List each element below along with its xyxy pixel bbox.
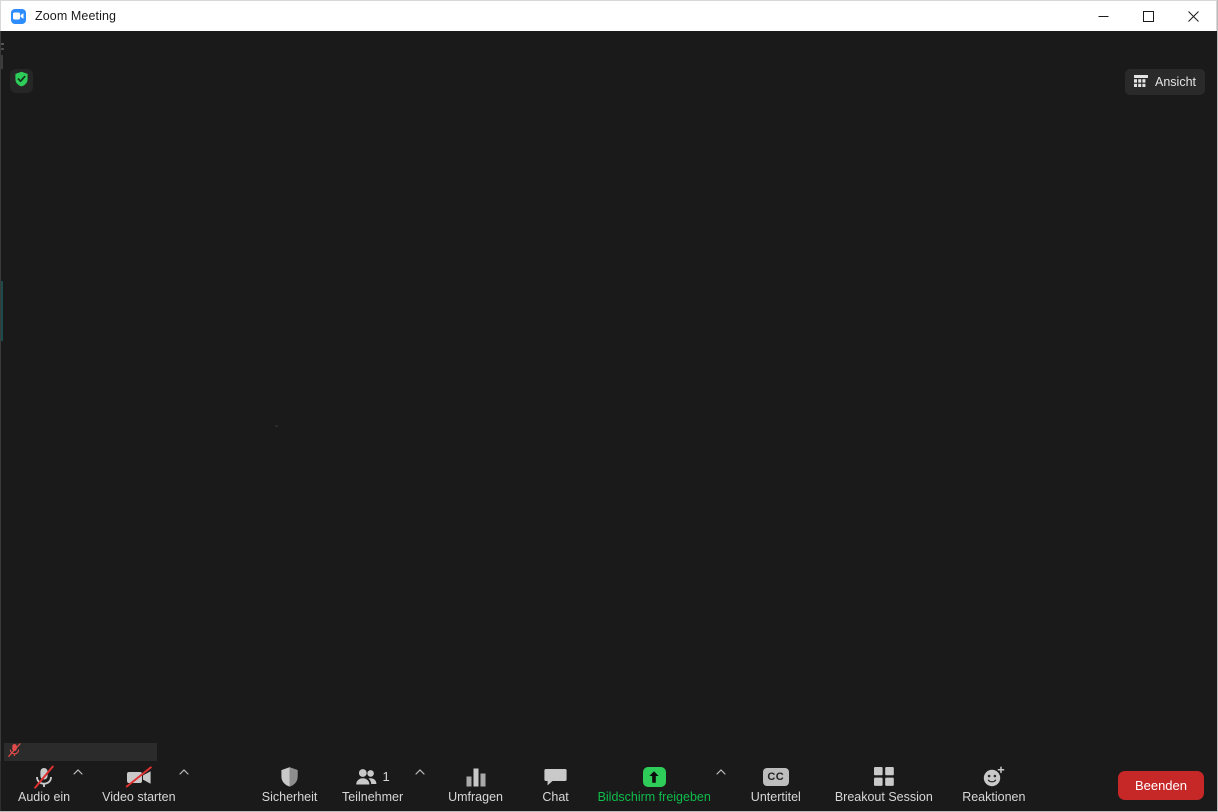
view-button-label: Ansicht [1155,75,1196,89]
toolbar-item-share-screen[interactable]: Bildschirm freigeben [598,761,711,804]
shield-check-icon [14,71,29,92]
toolbar-label-breakout: Breakout Session [834,790,933,804]
toolbar-group-media: Audio ein Video starten [18,761,192,804]
grid-squares-icon [873,764,895,789]
toolbar-label-participants: Teilnehmer [341,790,404,804]
chat-bubble-icon [544,764,567,789]
participants-count-badge: 1 [382,769,390,784]
toolbar-item-audio[interactable]: Audio ein [18,761,70,804]
leave-meeting-button[interactable]: Beenden [1117,771,1204,800]
toolbar-item-security[interactable]: Sicherheit [260,761,320,804]
stage-edge-artifact [1,48,4,50]
selfview-name-strip [4,742,157,762]
video-camera-off-icon [125,764,153,789]
minimize-button[interactable] [1081,1,1126,31]
closed-captions-icon: CC [762,764,789,789]
maximize-button[interactable] [1126,1,1171,31]
microphone-muted-icon [33,764,55,789]
security-shield-badge[interactable] [10,69,33,93]
toolbar-label-captions: Untertitel [750,790,801,804]
window-controls [1081,1,1216,31]
stage-edge-artifact [1,55,3,69]
cc-badge-label: CC [762,767,789,786]
toolbar-label-polls: Umfragen [448,790,503,804]
people-icon: 1 [355,764,390,789]
toolbar-item-reactions[interactable]: Reaktionen [955,761,1033,804]
stage-edge-artifact [1,281,3,341]
close-button[interactable] [1171,1,1216,31]
bar-chart-icon [465,764,487,789]
meeting-stage: Ansicht [0,31,1217,761]
stage-speck [275,425,278,427]
toolbar-item-polls[interactable]: Umfragen [442,761,510,804]
toolbar-item-participants[interactable]: 1 Teilnehmer [336,761,410,804]
toolbar-item-breakout[interactable]: Breakout Session [831,761,937,804]
microphone-muted-icon [8,742,21,762]
share-options-caret-icon[interactable] [713,761,729,786]
shield-icon [280,764,299,789]
audio-options-caret-icon[interactable] [70,761,86,786]
toolbar-label-chat: Chat [542,790,569,804]
share-screen-up-arrow-icon [642,764,666,789]
window-title: Zoom Meeting [35,9,117,23]
smiley-plus-icon [982,764,1005,789]
toolbar-label-share-screen: Bildschirm freigeben [597,790,711,804]
meeting-toolbar: Audio ein Video starten Sicherheit 1 Tei… [0,761,1217,811]
toolbar-item-video[interactable]: Video starten [102,761,176,804]
toolbar-group-main: Sicherheit 1 Teilnehmer Umfragen Chat Bi… [260,761,1033,804]
zoom-camera-icon [11,8,26,24]
toolbar-label-audio: Audio ein [18,790,71,804]
toolbar-item-captions[interactable]: CC Untertitel [743,761,809,804]
zoom-meeting-window: Zoom Meeting Ansicht Audio ein Video sta… [0,0,1218,812]
toolbar-label-reactions: Reaktionen [962,790,1026,804]
participants-options-caret-icon[interactable] [412,761,428,786]
video-options-caret-icon[interactable] [176,761,192,786]
toolbar-label-security: Sicherheit [261,790,318,804]
grid-view-icon [1134,74,1148,90]
toolbar-label-video: Video starten [102,790,176,804]
view-button[interactable]: Ansicht [1125,69,1205,95]
toolbar-item-chat[interactable]: Chat [532,761,580,804]
stage-edge-artifact [1,43,4,45]
title-bar: Zoom Meeting [0,0,1217,31]
title-bar-left: Zoom Meeting [1,8,117,24]
